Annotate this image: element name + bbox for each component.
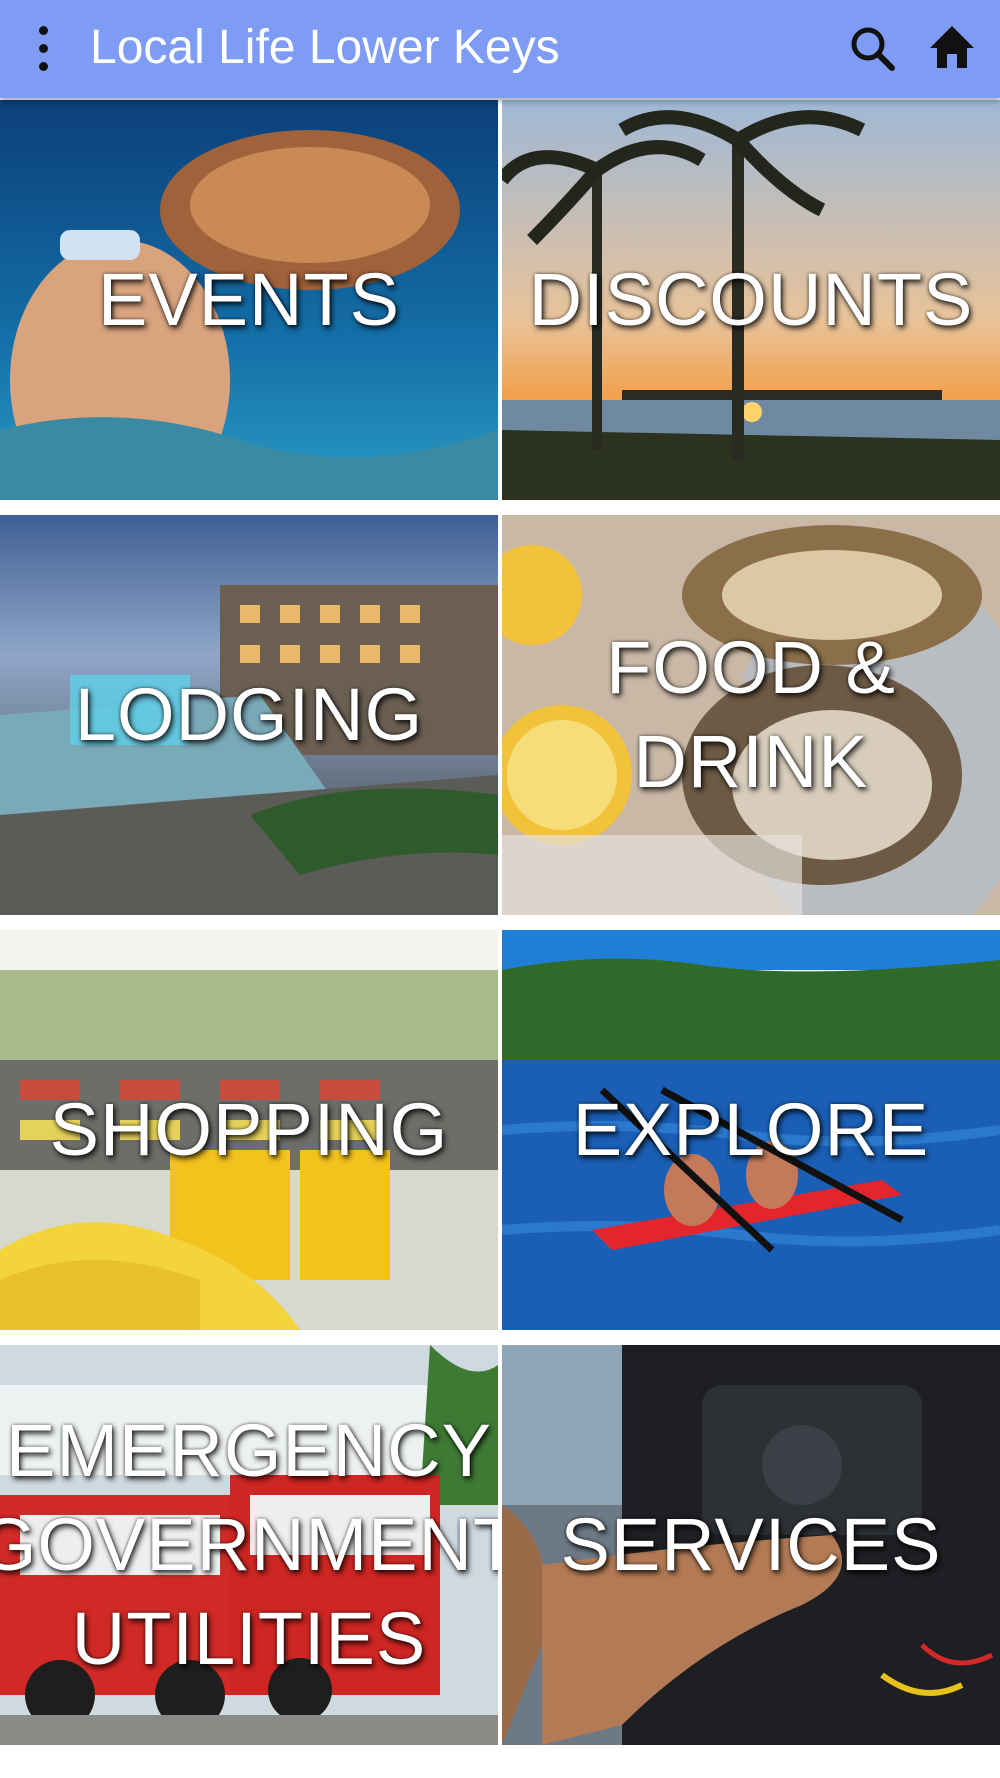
more-vert-icon[interactable]	[30, 24, 56, 74]
tile-shopping[interactable]: SHOPPING	[0, 930, 498, 1330]
search-icon[interactable]	[848, 24, 898, 74]
tile-label: DISCOUNTS	[528, 258, 974, 341]
tile-emergency-government-utilities[interactable]: EMERGENCY GOVERNMENT UTILITIES	[0, 1345, 498, 1745]
tile-food-drink[interactable]: FOOD & DRINK	[502, 515, 1000, 915]
tile-label: EXPLORE	[572, 1088, 930, 1171]
home-icon[interactable]	[926, 22, 978, 74]
tile-label: EMERGENCY GOVERNMENT UTILITIES	[0, 1409, 498, 1680]
tile-discounts[interactable]: DISCOUNTS	[502, 100, 1000, 500]
app-title: Local Life Lower Keys	[90, 21, 560, 74]
tile-services[interactable]: SERVICES	[502, 1345, 1000, 1745]
tile-label: FOOD & DRINK	[606, 626, 896, 803]
tile-lodging[interactable]: LODGING	[0, 515, 498, 915]
tile-label: SERVICES	[560, 1503, 942, 1586]
tile-explore[interactable]: EXPLORE	[502, 930, 1000, 1330]
tile-events[interactable]: EVENTS	[0, 100, 498, 500]
app-bar: Local Life Lower Keys	[0, 0, 1000, 98]
tile-label: EVENTS	[97, 258, 401, 341]
tile-label: LODGING	[74, 673, 424, 756]
tile-label: SHOPPING	[49, 1088, 449, 1171]
